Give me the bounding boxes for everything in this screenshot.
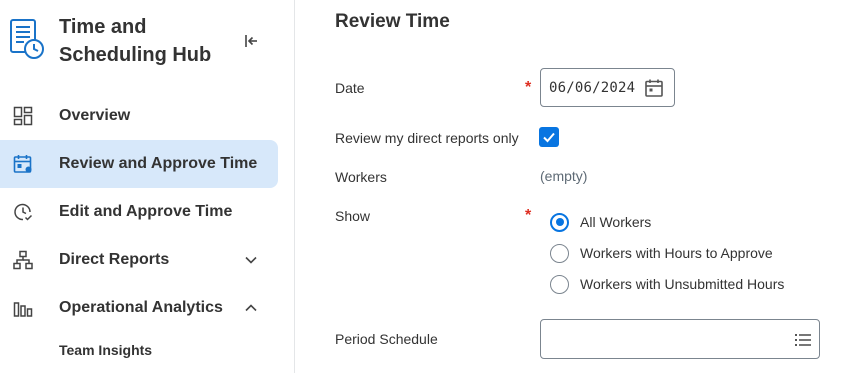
radio-button[interactable] [550,274,569,294]
workers-label: Workers [335,169,387,185]
radio-label: Workers with Unsubmitted Hours [580,276,785,292]
checkmark-icon [543,132,555,143]
calendar-icon[interactable] [644,78,664,98]
required-marker: * [525,79,532,96]
sidebar-item-edit-and-approve-time[interactable]: Edit and Approve Time [0,188,278,236]
date-value: 06/06/2024 [549,80,636,96]
radio-button[interactable] [550,212,569,232]
sidebar-item-overview[interactable]: Overview [0,92,278,140]
radio-label: Workers with Hours to Approve [580,245,773,261]
date-field[interactable]: 06/06/2024 [540,68,675,107]
radio-label: All Workers [580,214,652,230]
chevron-up-icon[interactable] [241,298,261,318]
list-prompt-icon[interactable] [793,330,813,350]
radio-option-hours-to-approve[interactable]: Workers with Hours to Approve [550,243,773,263]
direct-reports-only-label: Review my direct reports only [335,130,519,146]
sidebar-item-label: Operational Analytics [59,299,223,316]
timesheet-clock-icon [10,19,44,59]
sidebar-item-label: Direct Reports [59,251,170,268]
date-label: Date [335,80,365,96]
page-title: Review Time [335,11,450,32]
radio-option-all-workers[interactable]: All Workers [550,212,651,232]
sidebar-item-label: Edit and Approve Time [59,203,233,220]
hub-title: Time and Scheduling Hub [59,16,212,66]
sidebar-subitem-team-insights[interactable]: Team Insights [59,342,152,358]
sidebar-item-review-and-approve-time[interactable]: Review and Approve Time [0,140,278,188]
sidebar: Time and Scheduling Hub Overview Review … [0,0,295,373]
sidebar-item-direct-reports[interactable]: Direct Reports [0,236,278,284]
required-marker: * [525,207,532,224]
collapse-left-icon [245,35,257,47]
workers-value: (empty) [540,168,588,184]
dashboard-icon [12,105,34,127]
period-schedule-label: Period Schedule [335,331,438,347]
sidebar-item-label: Overview [59,107,131,124]
bar-chart-icon [12,297,34,319]
period-schedule-prompt[interactable] [540,319,820,359]
calendar-user-icon [12,153,34,175]
radio-button[interactable] [550,243,569,263]
direct-reports-only-checkbox[interactable] [539,127,559,147]
radio-option-unsubmitted-hours[interactable]: Workers with Unsubmitted Hours [550,274,784,294]
chevron-down-icon[interactable] [241,250,261,270]
org-chart-icon [12,249,34,271]
show-label: Show [335,208,371,224]
sidebar-item-label: Review and Approve Time [59,155,258,172]
collapse-sidebar-button[interactable] [240,30,262,52]
sidebar-item-operational-analytics[interactable]: Operational Analytics [0,284,278,332]
clock-check-icon [12,201,34,223]
